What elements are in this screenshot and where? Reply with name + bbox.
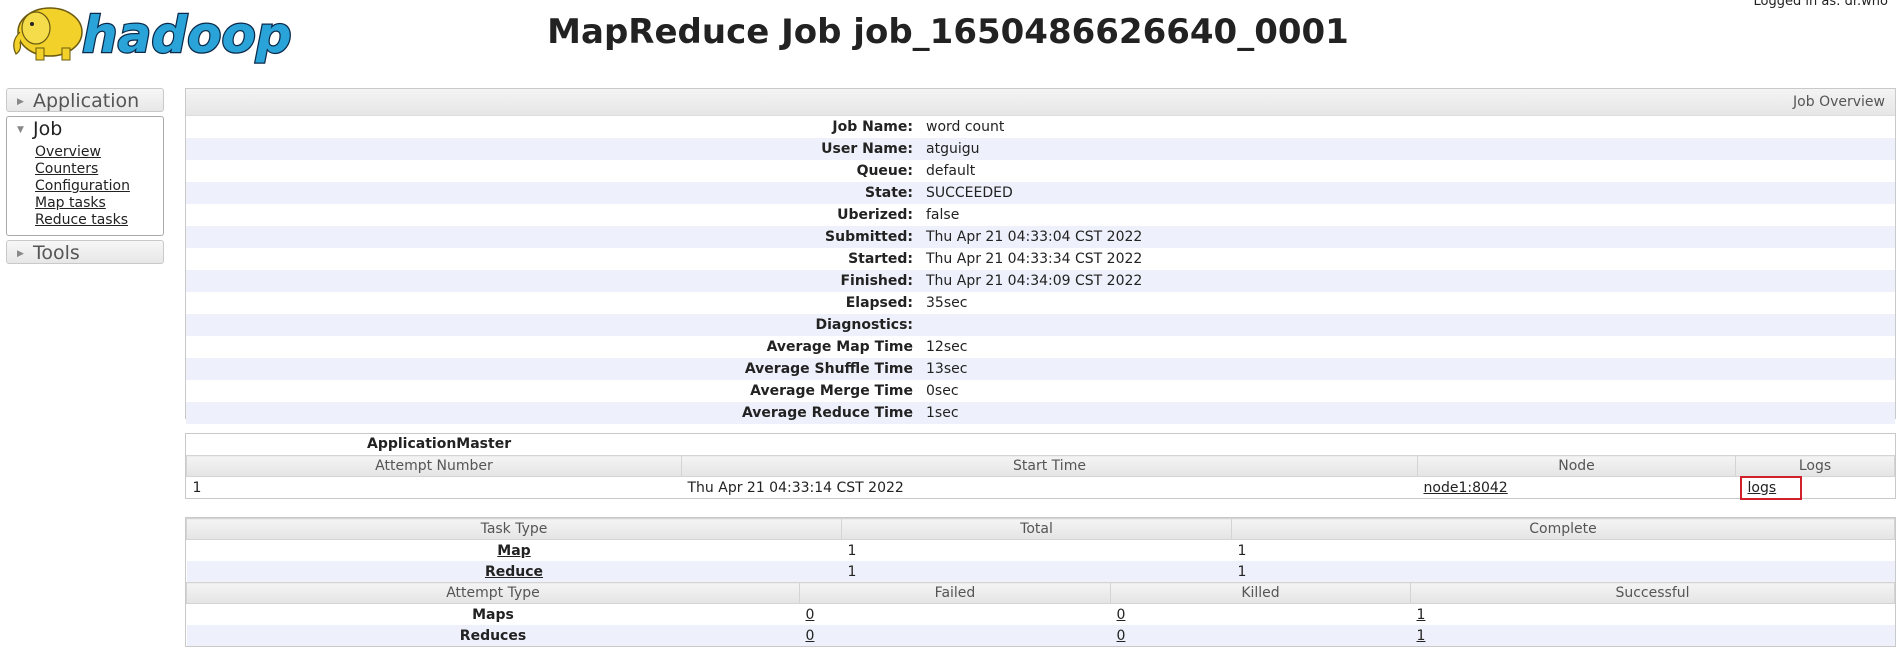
overview-value: false	[926, 207, 960, 223]
page-title: MapReduce Job job_1650486626640_0001	[547, 12, 1349, 52]
overview-label: Uberized:	[837, 207, 913, 223]
col-killed: Killed	[1110, 582, 1411, 604]
overview-label: Finished:	[840, 273, 913, 289]
start-time: Thu Apr 21 04:33:14 CST 2022	[687, 479, 904, 496]
reduce-complete: 1	[1231, 561, 1895, 582]
sidebar: ▶ Application ▼ Job Overview Counters Conf…	[6, 88, 164, 264]
triangle-right-icon: ▶	[17, 96, 24, 107]
table-row: Maps 0 0 1	[187, 604, 1895, 626]
overview-label: Average Shuffle Time	[744, 361, 913, 377]
col-logs: Logs	[1735, 455, 1895, 477]
tasks-panel: Task Type Total Complete Map 1 1 Reduce …	[185, 517, 1896, 647]
table-row: Reduce 1 1	[186, 561, 1895, 582]
col-attempt-number: Attempt Number	[186, 455, 682, 477]
job-overview-panel: Job Overview Job Name: word count User Nam…	[185, 88, 1896, 424]
overview-row: Finished: Thu Apr 21 04:34:09 CST 2022	[186, 270, 1895, 292]
overview-row: Elapsed: 35sec	[186, 292, 1895, 314]
overview-row: Average Shuffle Time 13sec	[186, 358, 1895, 380]
overview-label: User Name:	[821, 141, 913, 157]
overview-label: State:	[864, 185, 913, 201]
application-master-table: Attempt Number Start Time Node Logs 1 Th…	[186, 455, 1895, 500]
overview-label: Elapsed:	[845, 295, 913, 311]
table-row: Reduces 0 0 1	[186, 625, 1895, 646]
application-master-panel: ApplicationMaster Attempt Number Start T…	[185, 433, 1896, 500]
col-node: Node	[1417, 455, 1736, 477]
logs-link[interactable]: logs	[1739, 475, 1803, 500]
overview-value: Thu Apr 21 04:33:04 CST 2022	[926, 229, 1143, 245]
job-overview-heading: Job Overview	[186, 89, 1895, 116]
triangle-down-icon: ▼	[17, 124, 24, 135]
reduces-killed-link[interactable]: 0	[1117, 628, 1126, 644]
reduces-label: Reduces	[186, 625, 800, 646]
map-total: 1	[847, 542, 857, 559]
sidebar-link-overview[interactable]: Overview	[35, 144, 163, 161]
overview-row: Average Merge Time 0sec	[186, 380, 1895, 402]
attempt-type-table: Attempt Type Failed Killed Successful Ma…	[186, 582, 1895, 646]
overview-row: Diagnostics:	[186, 314, 1895, 336]
triangle-right-icon: ▶	[17, 248, 24, 259]
application-master-caption: ApplicationMaster	[367, 436, 512, 452]
sidebar-item-job[interactable]: ▼ Job	[6, 116, 164, 140]
sidebar-item-tools[interactable]: ▶ Tools	[6, 240, 164, 264]
overview-label: Diagnostics:	[815, 317, 913, 333]
overview-value: 0sec	[926, 383, 959, 399]
overview-label: Submitted:	[825, 229, 913, 245]
overview-label: Average Reduce Time	[741, 405, 913, 421]
maps-failed-link[interactable]: 0	[806, 607, 815, 623]
job-overview-rows: Job Name: word count User Name: atguigu Queu…	[186, 116, 1895, 424]
overview-value: atguigu	[926, 141, 980, 157]
map-complete: 1	[1237, 542, 1247, 559]
overview-row: Uberized: false	[186, 204, 1895, 226]
col-complete: Complete	[1231, 518, 1895, 540]
sidebar-item-application[interactable]: ▶ Application	[6, 88, 164, 112]
task-type-table: Task Type Total Complete Map 1 1 Reduce …	[186, 518, 1895, 582]
map-task-link[interactable]: Map	[497, 543, 530, 559]
col-task-type: Task Type	[186, 518, 842, 540]
overview-value: SUCCEEDED	[926, 185, 1013, 201]
overview-label: Job Name:	[832, 119, 913, 135]
overview-row: User Name: atguigu	[186, 138, 1895, 160]
overview-row: Started: Thu Apr 21 04:33:34 CST 2022	[186, 248, 1895, 270]
sidebar-link-counters[interactable]: Counters	[35, 161, 163, 178]
sidebar-link-map-tasks[interactable]: Map tasks	[35, 195, 163, 212]
table-row: Map 1 1	[187, 540, 1895, 562]
overview-row: Job Name: word count	[186, 116, 1895, 138]
reduces-successful-link[interactable]: 1	[1417, 628, 1426, 644]
col-start-time: Start Time	[681, 455, 1418, 477]
maps-successful-link[interactable]: 1	[1417, 607, 1426, 623]
maps-label: Maps	[472, 606, 514, 623]
logged-in-status: Logged in as: dr.who	[1753, 0, 1888, 9]
overview-value: word count	[926, 119, 1005, 135]
overview-label: Queue:	[856, 163, 913, 179]
overview-value: Thu Apr 21 04:34:09 CST 2022	[926, 273, 1143, 289]
overview-row: Average Reduce Time 1sec	[186, 402, 1895, 424]
col-failed: Failed	[799, 582, 1111, 604]
node-link[interactable]: node1:8042	[1424, 480, 1508, 496]
overview-label: Started:	[848, 251, 913, 267]
overview-value: 12sec	[926, 339, 968, 355]
overview-row: Submitted: Thu Apr 21 04:33:04 CST 2022	[186, 226, 1895, 248]
job-submenu: Overview Counters Configuration Map task…	[6, 140, 164, 236]
overview-value: default	[926, 163, 976, 179]
maps-killed-link[interactable]: 0	[1117, 607, 1126, 623]
overview-label: Average Map Time	[766, 339, 913, 355]
col-successful: Successful	[1410, 582, 1895, 604]
col-attempt-type: Attempt Type	[186, 582, 800, 604]
col-total: Total	[841, 518, 1232, 540]
sidebar-link-configuration[interactable]: Configuration	[35, 178, 163, 195]
overview-value: Thu Apr 21 04:33:34 CST 2022	[926, 251, 1143, 267]
sidebar-link-reduce-tasks[interactable]: Reduce tasks	[35, 212, 163, 229]
overview-value: 1sec	[926, 405, 959, 421]
table-row: 1 Thu Apr 21 04:33:14 CST 2022 node1:804…	[187, 475, 1895, 500]
reduce-task-link[interactable]: Reduce	[485, 564, 543, 580]
reduce-total: 1	[841, 561, 1232, 582]
overview-value: 13sec	[926, 361, 968, 377]
overview-row: Average Map Time 12sec	[186, 336, 1895, 358]
overview-row: Queue: default	[186, 160, 1895, 182]
overview-value: 35sec	[926, 295, 968, 311]
overview-label: Average Merge Time	[750, 383, 913, 399]
reduces-failed-link[interactable]: 0	[806, 628, 815, 644]
attempt-number: 1	[192, 479, 202, 496]
overview-row: State: SUCCEEDED	[186, 182, 1895, 204]
